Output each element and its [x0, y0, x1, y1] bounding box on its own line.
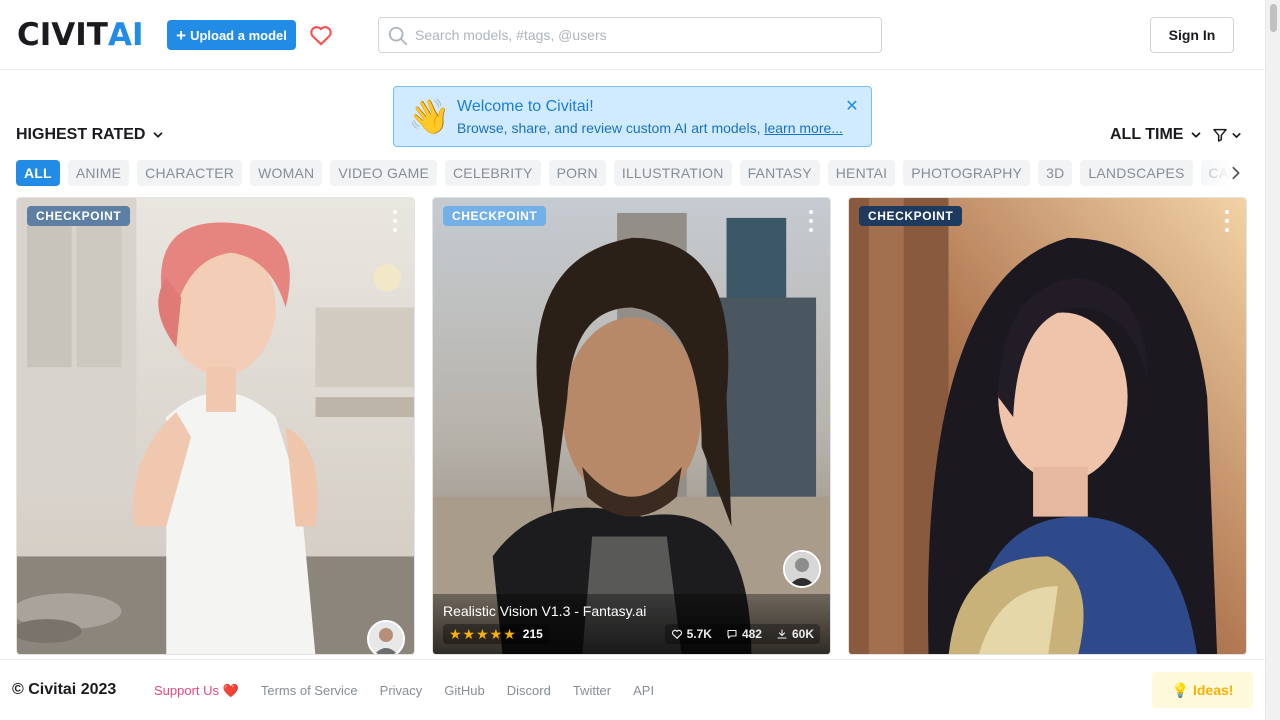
period-dropdown[interactable]: ALL TIME	[1110, 126, 1203, 144]
tag-celebrity[interactable]: CELEBRITY	[445, 160, 541, 186]
waving-hand-icon: 👋	[408, 98, 451, 136]
support-heart-button[interactable]	[305, 20, 337, 50]
card-info-bar: Realistic Vision V1.3 - Fantasy.ai ★★★★★…	[433, 594, 830, 654]
terms-link[interactable]: Terms of Service	[261, 683, 358, 699]
checkpoint-badge: CHECKPOINT	[27, 206, 131, 226]
model-card[interactable]: CHECKPOINT	[16, 197, 415, 655]
filter-button[interactable]	[1212, 127, 1243, 143]
checkpoint-badge: CHECKPOINT	[443, 206, 547, 226]
learn-more-link[interactable]: learn more...	[764, 120, 843, 136]
comment-icon	[727, 629, 737, 639]
logo-text-part2: AI	[107, 17, 144, 53]
model-preview-image	[17, 198, 414, 654]
model-card[interactable]: CHECKPOINT	[848, 197, 1247, 655]
tag-fantasy[interactable]: FANTASY	[739, 160, 820, 186]
model-preview-image	[849, 198, 1246, 654]
api-link[interactable]: API	[633, 683, 654, 699]
model-card[interactable]: CHECKPOINT Realistic Vision V1.3 - Fanta…	[432, 197, 831, 655]
filter-icon	[1213, 128, 1227, 142]
avatar-image	[785, 552, 819, 586]
upload-model-button[interactable]: + Upload a model	[167, 20, 296, 50]
tag-photography[interactable]: PHOTOGRAPHY	[903, 160, 1031, 186]
footer-links: Support Us ❤️ Terms of Service Privacy G…	[154, 683, 676, 699]
downloads-stat: 60K	[776, 627, 814, 641]
star-rating-icon: ★★★★★	[449, 625, 517, 642]
tag-landscapes[interactable]: LANDSCAPES	[1080, 160, 1193, 186]
discord-link[interactable]: Discord	[507, 683, 551, 699]
tag-anime[interactable]: ANIME	[67, 160, 130, 186]
tag-3d[interactable]: 3D	[1038, 160, 1073, 186]
tag-all[interactable]: ALL	[16, 160, 60, 186]
heart-icon	[671, 629, 682, 640]
tag-porn[interactable]: PORN	[548, 160, 606, 186]
sign-in-button[interactable]: Sign In	[1150, 17, 1234, 53]
chevron-down-icon	[1192, 132, 1201, 138]
welcome-title: Welcome to Civitai!	[457, 98, 594, 115]
chevron-down-icon	[154, 132, 163, 138]
search-box	[378, 17, 882, 53]
more-menu-icon[interactable]	[804, 210, 818, 232]
welcome-alert: 👋 Welcome to Civitai! Browse, share, and…	[393, 86, 872, 147]
logo-text-part1: CIVIT	[17, 17, 108, 53]
sort-dropdown[interactable]: HIGHEST RATED	[16, 126, 165, 144]
model-name[interactable]: Realistic Vision V1.3 - Fantasy.ai	[443, 603, 646, 619]
avatar[interactable]	[783, 550, 821, 588]
search-input[interactable]	[415, 18, 875, 52]
search-icon	[388, 26, 408, 46]
tag-video-game[interactable]: VIDEO GAME	[330, 160, 437, 186]
chevron-right-icon	[1232, 166, 1240, 180]
copyright: © Civitai 2023	[12, 681, 117, 698]
period-label: ALL TIME	[1110, 126, 1184, 143]
welcome-body: Browse, share, and review custom AI art …	[457, 120, 843, 136]
tag-character[interactable]: CHARACTER	[137, 160, 243, 186]
more-menu-icon[interactable]	[388, 210, 402, 232]
tags-scroll-right-button[interactable]	[1226, 163, 1246, 183]
more-menu-icon[interactable]	[1220, 210, 1234, 232]
page-scrollbar[interactable]	[1265, 0, 1280, 720]
twitter-link[interactable]: Twitter	[573, 683, 611, 699]
welcome-body-text: Browse, share, and review custom AI art …	[457, 120, 765, 136]
checkpoint-badge: CHECKPOINT	[859, 206, 963, 226]
ideas-button[interactable]: 💡 Ideas!	[1152, 672, 1253, 708]
downloads-count: 60K	[791, 627, 814, 641]
sort-label: HIGHEST RATED	[16, 126, 146, 143]
upload-model-label: Upload a model	[190, 27, 287, 43]
likes-count: 5.7K	[686, 627, 712, 641]
model-preview-image	[433, 198, 830, 654]
top-header: CIVITAI + Upload a model Sign In	[0, 0, 1265, 70]
support-us-link[interactable]: Support Us ❤️	[154, 683, 239, 699]
page-footer: © Civitai 2023 Support Us ❤️ Terms of Se…	[0, 659, 1265, 720]
ideas-label: Ideas!	[1192, 682, 1234, 698]
scrollbar-thumb[interactable]	[1270, 4, 1277, 32]
comments-stat: 482	[726, 627, 762, 641]
chevron-down-icon	[1232, 132, 1241, 138]
rating-count: 215	[522, 627, 543, 641]
avatar[interactable]	[367, 620, 405, 654]
avatar-image	[369, 622, 403, 654]
tag-illustration[interactable]: ILLUSTRATION	[613, 160, 732, 186]
github-link[interactable]: GitHub	[444, 683, 484, 699]
rating-badge: ★★★★★ 215	[443, 624, 549, 644]
model-stats: 5.7K 482 60K	[664, 624, 820, 644]
page: CIVITAI + Upload a model Sign In 👋 Welco…	[0, 0, 1280, 720]
privacy-link[interactable]: Privacy	[380, 683, 423, 699]
download-icon	[777, 629, 787, 639]
close-icon[interactable]: ✕	[844, 99, 860, 115]
likes-stat: 5.7K	[671, 627, 712, 641]
tag-filter-bar: ALL ANIME CHARACTER WOMAN VIDEO GAME CELEBRIT…	[16, 160, 1248, 186]
tag-hentai[interactable]: HENTAI	[827, 160, 896, 186]
tag-woman[interactable]: WOMAN	[250, 160, 323, 186]
plus-icon: +	[176, 25, 187, 45]
lightbulb-icon: 💡	[1171, 681, 1189, 698]
comments-count: 482	[741, 627, 762, 641]
civitai-logo[interactable]: CIVIT AI	[17, 17, 144, 53]
heart-icon	[310, 26, 332, 46]
